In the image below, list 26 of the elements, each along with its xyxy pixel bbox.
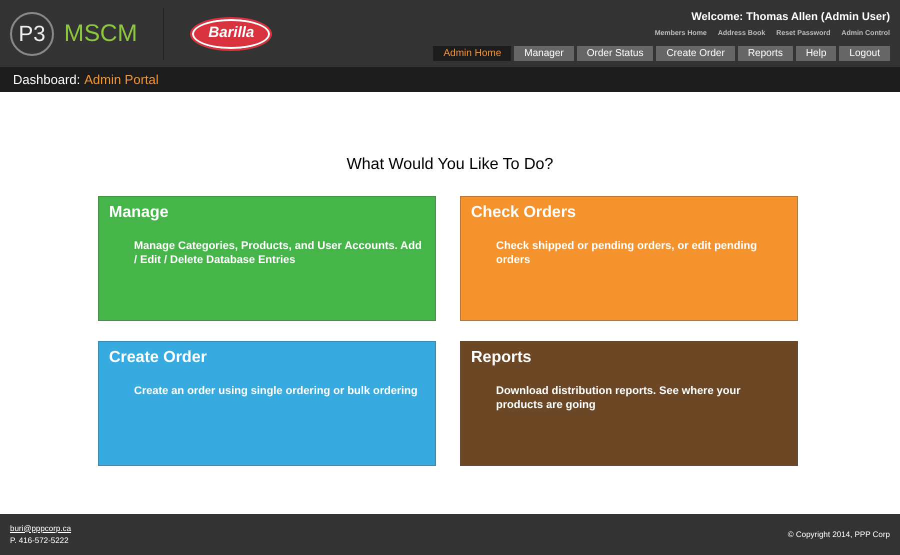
nav-tab[interactable]: Logout	[839, 46, 890, 60]
card-description: Check shipped or pending orders, or edit pending orders	[496, 239, 758, 267]
logo-text: MSCM	[64, 18, 138, 48]
nav-tab[interactable]: Order Status	[576, 46, 654, 60]
card-title: Reports	[471, 348, 532, 368]
nav-tab[interactable]: Help	[796, 46, 836, 60]
card-title: Create Order	[109, 348, 208, 368]
brand-logo: Barilla	[192, 18, 270, 48]
card-title: Manage	[109, 203, 170, 223]
action-card[interactable]: Reports Download distribution reports. See where your products are going	[460, 341, 798, 466]
copyright-text: © Copyright 2014, PPP Corp	[788, 528, 890, 540]
logo-mark: P3	[10, 12, 54, 56]
nav-tab[interactable]: Reports	[738, 46, 793, 60]
breadcrumb-value: Admin Portal	[84, 70, 159, 89]
card-description: Download distribution reports. See where your products are going	[496, 384, 742, 412]
nav-tab[interactable]: Create Order	[656, 46, 735, 60]
card-title: Check Orders	[471, 203, 577, 223]
card-description: Manage Categories, Products, and User Accounts. Add / Edit / Delete Database Entries	[134, 239, 423, 267]
page-heading: What Would You Like To Do?	[346, 155, 554, 175]
card-description: Create an order using single ordering or bulk ordering	[134, 384, 419, 398]
breadcrumb-label: Dashboard:	[13, 70, 80, 89]
nav-tab[interactable]: Admin Home	[433, 46, 512, 60]
nav-tab[interactable]: Manager	[514, 46, 574, 60]
welcome-text: Welcome: Thomas Allen (Admin User)	[691, 10, 890, 24]
phone-text: P. 416-572-5222	[10, 534, 70, 546]
email-link[interactable]: buri@pppcorp.ca	[10, 522, 72, 534]
